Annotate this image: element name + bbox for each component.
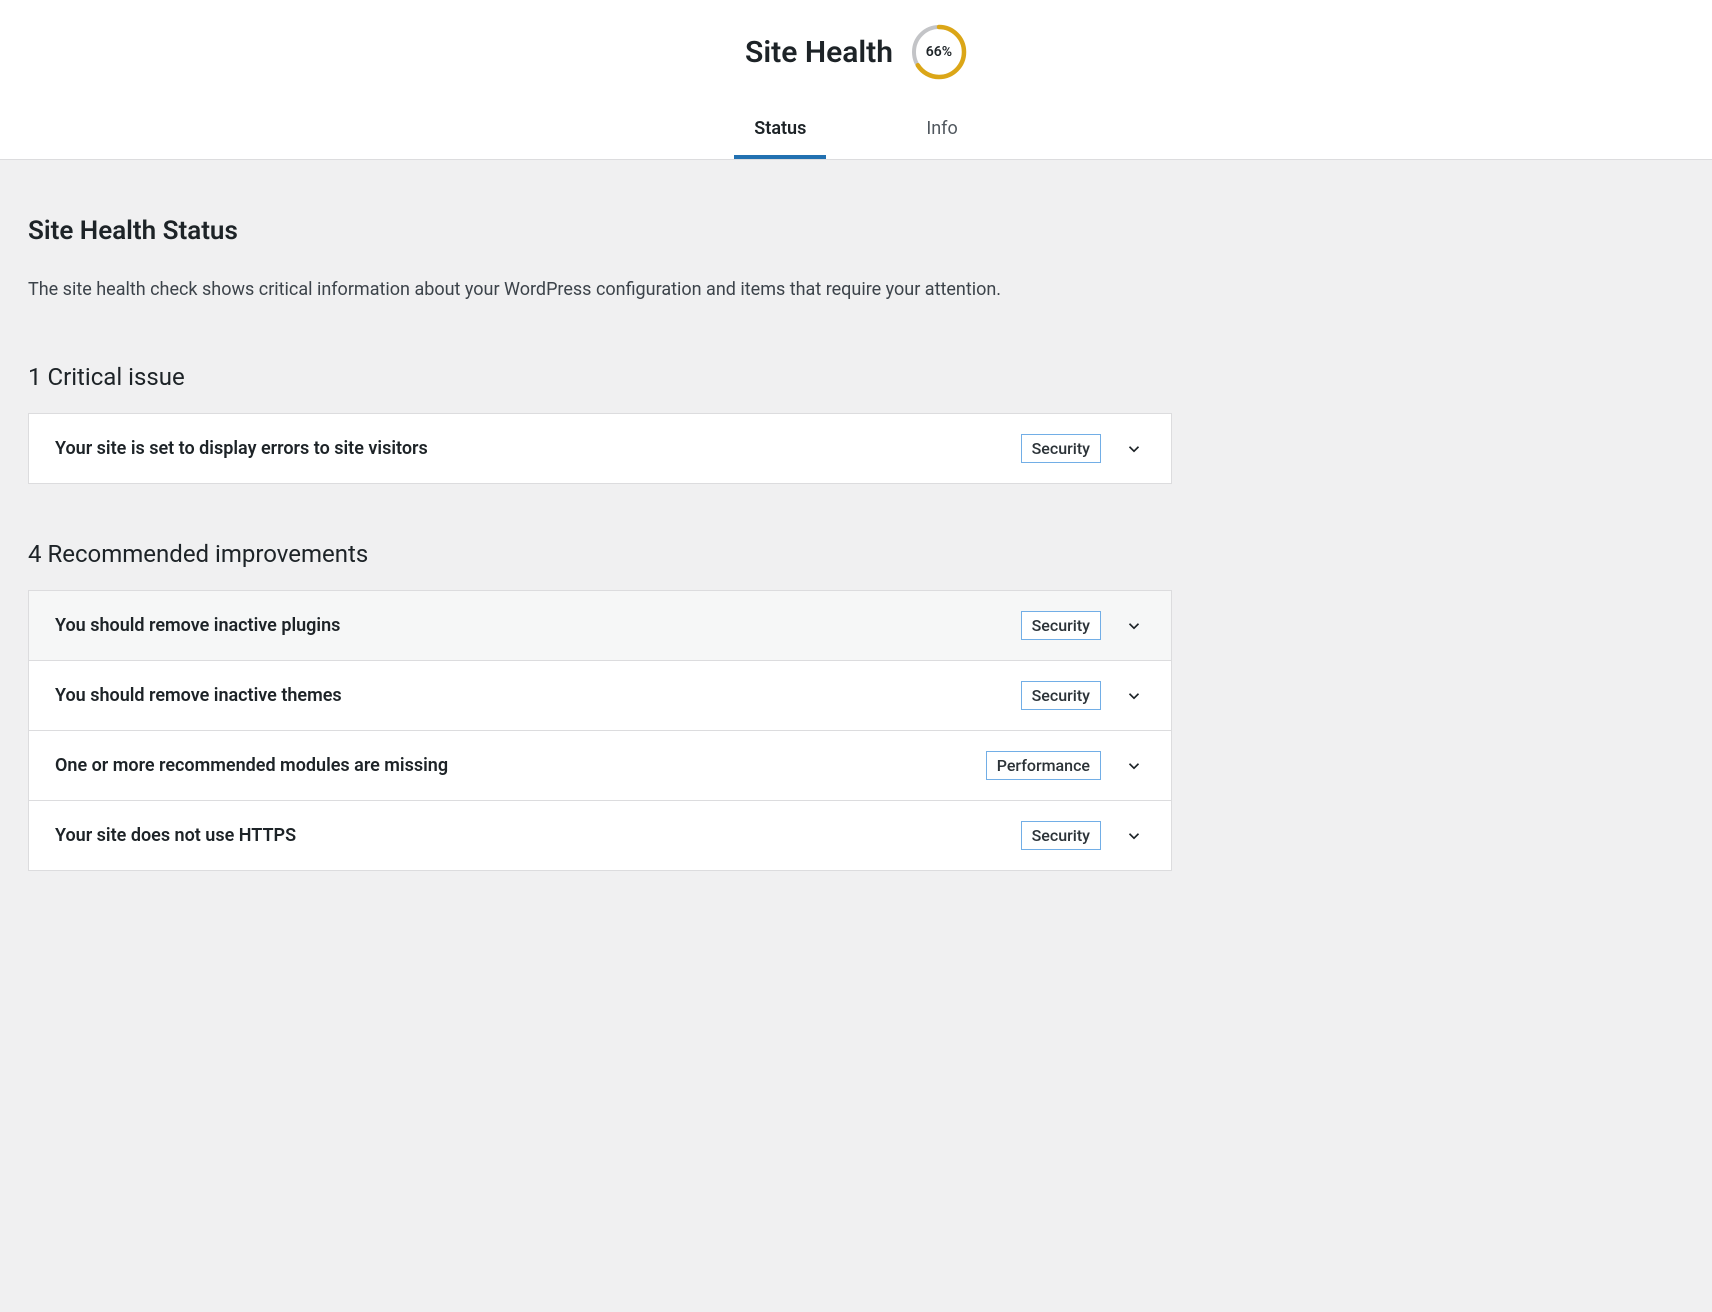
issue-meta: Security [1021,681,1145,710]
issue-meta: Performance [986,751,1145,780]
site-health-header: Site Health 66% Status Info [0,0,1712,160]
chevron-down-icon [1123,685,1145,707]
status-heading: Site Health Status [28,216,1172,246]
issue-row[interactable]: You should remove inactive plugins Securi… [29,591,1171,661]
chevron-down-icon [1123,438,1145,460]
recommended-issues-heading: 4 Recommended improvements [28,540,1172,568]
issue-meta: Security [1021,434,1145,463]
issue-row[interactable]: One or more recommended modules are miss… [29,731,1171,801]
issue-badge: Performance [986,751,1101,780]
chevron-down-icon [1123,615,1145,637]
title-section: Site Health 66% [0,24,1712,80]
issue-title: Your site is set to display errors to si… [55,438,428,459]
chevron-down-icon [1123,825,1145,847]
tab-info[interactable]: Info [906,108,977,159]
tab-status[interactable]: Status [734,108,826,159]
health-progress-indicator: 66% [911,24,967,80]
issue-meta: Security [1021,611,1145,640]
issue-row[interactable]: Your site is set to display errors to si… [29,414,1171,483]
issue-row[interactable]: Your site does not use HTTPS Security [29,801,1171,870]
issue-title: You should remove inactive plugins [55,615,340,636]
issue-row[interactable]: You should remove inactive themes Securit… [29,661,1171,731]
status-description: The site health check shows critical inf… [28,276,1172,303]
progress-percent-label: 66% [926,44,952,60]
site-health-content: Site Health Status The site health check… [0,160,1200,967]
issue-badge: Security [1021,611,1101,640]
critical-issues-list: Your site is set to display errors to si… [28,413,1172,484]
issue-title: One or more recommended modules are miss… [55,755,448,776]
critical-issues-heading: 1 Critical issue [28,363,1172,391]
issue-badge: Security [1021,821,1101,850]
site-health-tabs: Status Info [0,108,1712,159]
chevron-down-icon [1123,755,1145,777]
issue-badge: Security [1021,434,1101,463]
issue-title: Your site does not use HTTPS [55,825,296,846]
issue-title: You should remove inactive themes [55,685,342,706]
issue-meta: Security [1021,821,1145,850]
page-title: Site Health [745,35,893,70]
issue-badge: Security [1021,681,1101,710]
recommended-issues-list: You should remove inactive plugins Securi… [28,590,1172,871]
